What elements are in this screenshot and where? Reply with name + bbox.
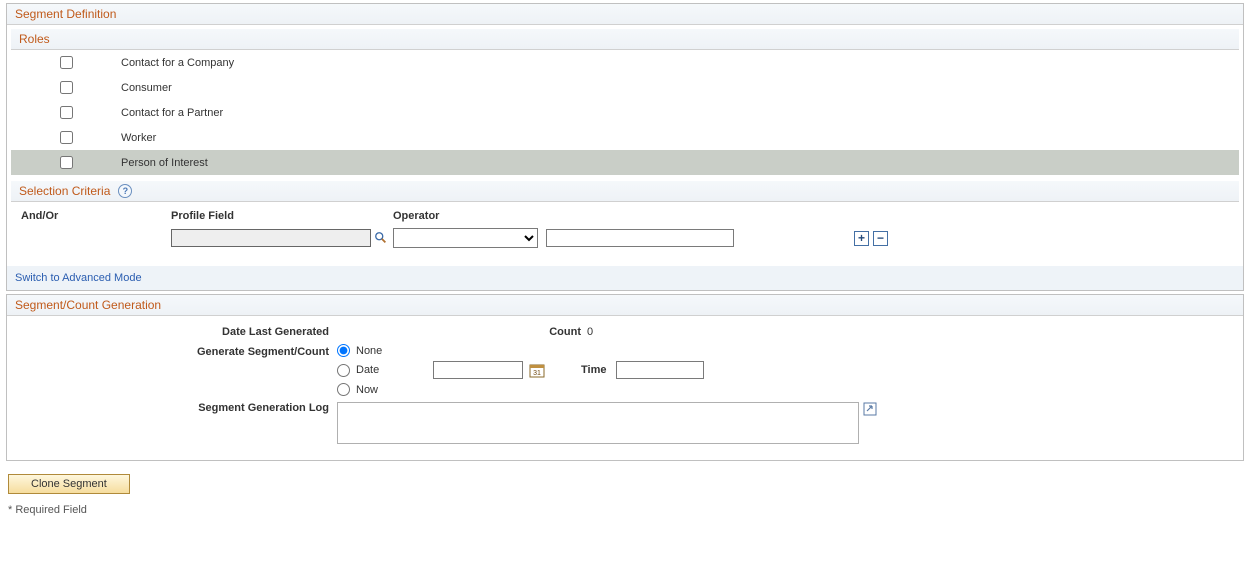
col-header-andor: And/Or [21, 210, 171, 222]
segment-count-header: Segment/Count Generation [7, 295, 1243, 316]
clone-segment-button[interactable]: Clone Segment [8, 474, 130, 494]
date-input[interactable] [433, 361, 523, 379]
role-checkbox-1[interactable] [60, 81, 73, 94]
generate-option-date[interactable]: Date [337, 364, 427, 377]
criteria-column-headers: And/Or Profile Field Operator [21, 210, 1229, 222]
expand-icon[interactable] [863, 402, 877, 416]
segment-count-title: Segment/Count Generation [15, 298, 161, 312]
col-header-profile: Profile Field [171, 210, 393, 222]
roles-header: Roles [11, 29, 1239, 50]
roles-list: Contact for a Company Consumer Contact f… [11, 50, 1239, 175]
segment-log-label: Segment Generation Log [17, 402, 337, 414]
criteria-value-input[interactable] [546, 229, 734, 247]
svg-text:31: 31 [533, 370, 541, 377]
operator-select[interactable] [393, 228, 538, 248]
selection-criteria-title: Selection Criteria [19, 184, 110, 198]
radio-now[interactable] [337, 383, 350, 396]
radio-none[interactable] [337, 344, 350, 357]
radio-date[interactable] [337, 364, 350, 377]
segment-count-body: Date Last Generated Count 0 Generate Seg… [7, 316, 1243, 460]
role-label-1: Consumer [121, 82, 172, 94]
count-label: Count [387, 326, 587, 338]
segment-count-panel: Segment/Count Generation Date Last Gener… [6, 294, 1244, 461]
remove-row-button[interactable]: − [873, 231, 888, 246]
profile-field-input[interactable] [171, 229, 371, 247]
count-value: 0 [587, 326, 593, 338]
col-header-operator: Operator [393, 210, 548, 222]
time-label: Time [581, 364, 606, 376]
help-icon[interactable]: ? [118, 184, 132, 198]
role-row: Contact for a Partner [11, 100, 1239, 125]
role-label-3: Worker [121, 132, 156, 144]
role-label-0: Contact for a Company [121, 57, 234, 69]
roles-header-label: Roles [19, 32, 50, 46]
role-row: Worker [11, 125, 1239, 150]
role-checkbox-3[interactable] [60, 131, 73, 144]
segment-definition-title: Segment Definition [15, 7, 116, 21]
selection-criteria-header: Selection Criteria ? [11, 181, 1239, 202]
generate-option-group: None Date 31 Time Now [337, 344, 704, 396]
search-icon[interactable] [374, 231, 388, 245]
date-last-generated-label: Date Last Generated [17, 326, 337, 338]
role-label-2: Contact for a Partner [121, 107, 223, 119]
segment-definition-header: Segment Definition [7, 4, 1243, 25]
radio-date-label: Date [356, 364, 379, 376]
role-checkbox-0[interactable] [60, 56, 73, 69]
role-label-4: Person of Interest [121, 157, 208, 169]
role-row: Person of Interest [11, 150, 1239, 175]
segment-definition-panel: Segment Definition Roles Contact for a C… [6, 3, 1244, 291]
criteria-row: + − [21, 228, 1229, 248]
role-checkbox-2[interactable] [60, 106, 73, 119]
role-row: Consumer [11, 75, 1239, 100]
generate-option-now[interactable]: Now [337, 383, 704, 396]
role-checkbox-4[interactable] [60, 156, 73, 169]
radio-none-label: None [356, 345, 382, 357]
selection-criteria-body: And/Or Profile Field Operator + − [7, 202, 1243, 260]
add-row-button[interactable]: + [854, 231, 869, 246]
switch-advanced-link[interactable]: Switch to Advanced Mode [15, 272, 142, 284]
calendar-icon[interactable]: 31 [529, 362, 545, 378]
radio-now-label: Now [356, 384, 378, 396]
generate-segment-label: Generate Segment/Count [17, 344, 337, 358]
role-row: Contact for a Company [11, 50, 1239, 75]
required-field-note: * Required Field [8, 504, 1242, 516]
generate-option-none[interactable]: None [337, 344, 704, 357]
switch-mode-bar: Switch to Advanced Mode [7, 266, 1243, 290]
time-input[interactable] [616, 361, 704, 379]
segment-log-textarea[interactable] [337, 402, 859, 444]
